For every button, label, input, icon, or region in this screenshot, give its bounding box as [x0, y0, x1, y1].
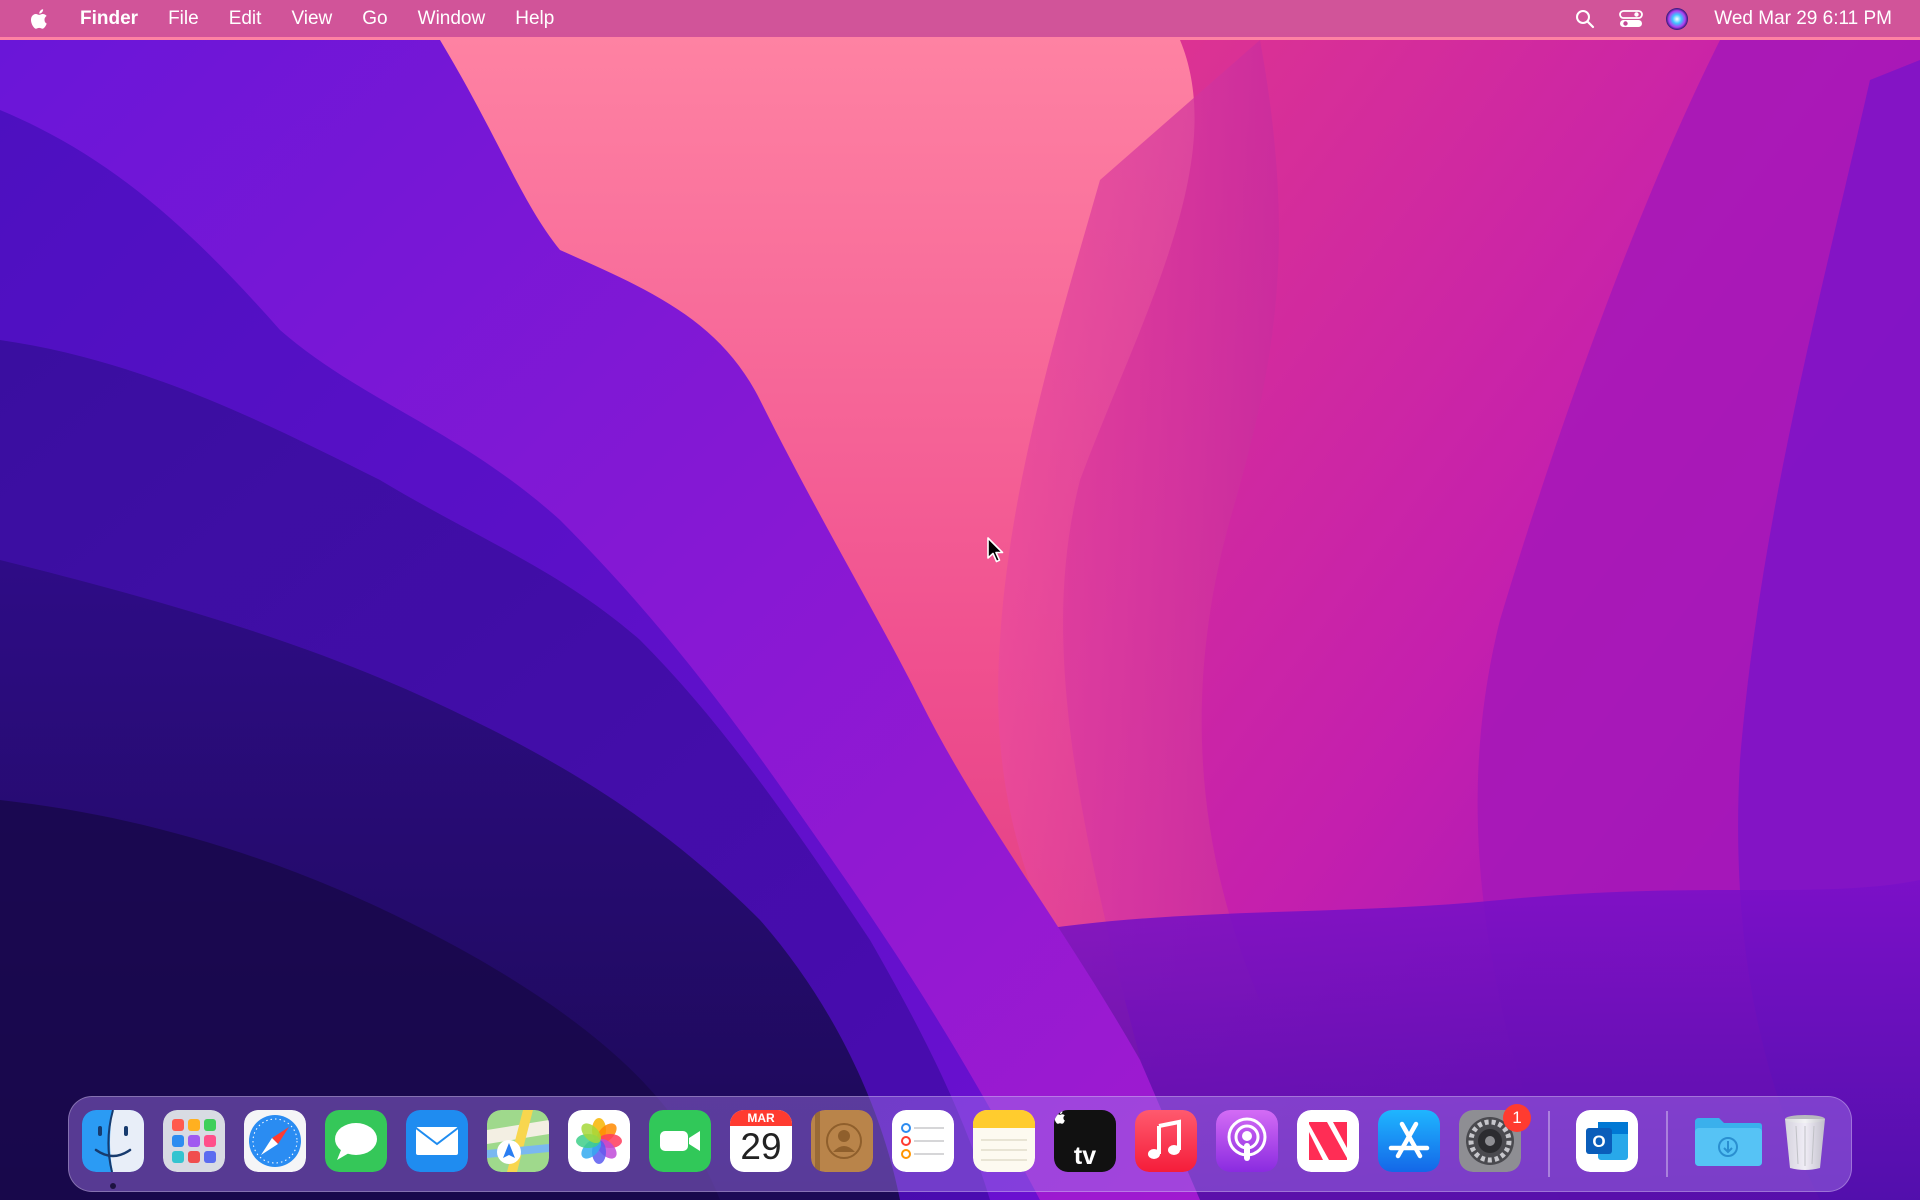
contacts-icon[interactable] [811, 1110, 873, 1172]
photos-icon[interactable] [568, 1110, 630, 1172]
calendar-day: 29 [740, 1126, 782, 1167]
apple-tv-icon[interactable]: tv [1054, 1110, 1116, 1172]
reminders-icon[interactable] [892, 1110, 954, 1172]
finder-running-indicator [110, 1183, 116, 1189]
facetime-icon[interactable] [649, 1110, 711, 1172]
outlook-icon[interactable]: O [1576, 1110, 1638, 1172]
trash-icon[interactable] [1774, 1110, 1836, 1172]
dock-separator [1548, 1111, 1550, 1177]
mail-icon[interactable] [406, 1110, 468, 1172]
podcasts-icon[interactable] [1216, 1110, 1278, 1172]
menu-view[interactable]: View [276, 0, 347, 37]
menu-help[interactable]: Help [500, 0, 569, 37]
outlook-label: O [1592, 1132, 1605, 1151]
news-icon[interactable] [1297, 1110, 1359, 1172]
dock: MAR 29 tv 1 O [68, 1096, 1852, 1192]
menu-edit[interactable]: Edit [214, 0, 277, 37]
search-icon[interactable] [1562, 0, 1608, 37]
dock-separator [1666, 1111, 1668, 1177]
launchpad-icon[interactable] [163, 1110, 225, 1172]
downloads-folder-icon[interactable] [1691, 1110, 1765, 1172]
notes-icon[interactable] [973, 1110, 1035, 1172]
menu-go[interactable]: Go [347, 0, 402, 37]
menu-bar-clock[interactable]: Wed Mar 29 6:11 PM [1700, 8, 1920, 30]
maps-icon[interactable] [487, 1110, 549, 1172]
notification-badge: 1 [1503, 1104, 1531, 1132]
menu-bar: Finder File Edit View Go Window Help Wed… [0, 0, 1920, 37]
desktop-wallpaper[interactable] [0, 0, 1920, 1200]
menu-app-finder[interactable]: Finder [60, 0, 153, 37]
messages-icon[interactable] [325, 1110, 387, 1172]
apple-tv-text: tv [1073, 1142, 1097, 1170]
menu-file[interactable]: File [153, 0, 214, 37]
apple-tv-label: tv [1054, 1110, 1116, 1172]
finder-icon[interactable] [82, 1110, 144, 1172]
calendar-icon[interactable]: MAR 29 [730, 1110, 792, 1172]
mouse-pointer-icon [987, 537, 1004, 563]
app-store-icon[interactable] [1378, 1110, 1440, 1172]
siri-icon[interactable] [1654, 0, 1700, 37]
apple-logo-icon[interactable] [20, 8, 60, 30]
menu-window[interactable]: Window [403, 0, 501, 37]
safari-icon[interactable] [244, 1110, 306, 1172]
control-center-icon[interactable] [1608, 0, 1654, 37]
music-icon[interactable] [1135, 1110, 1197, 1172]
